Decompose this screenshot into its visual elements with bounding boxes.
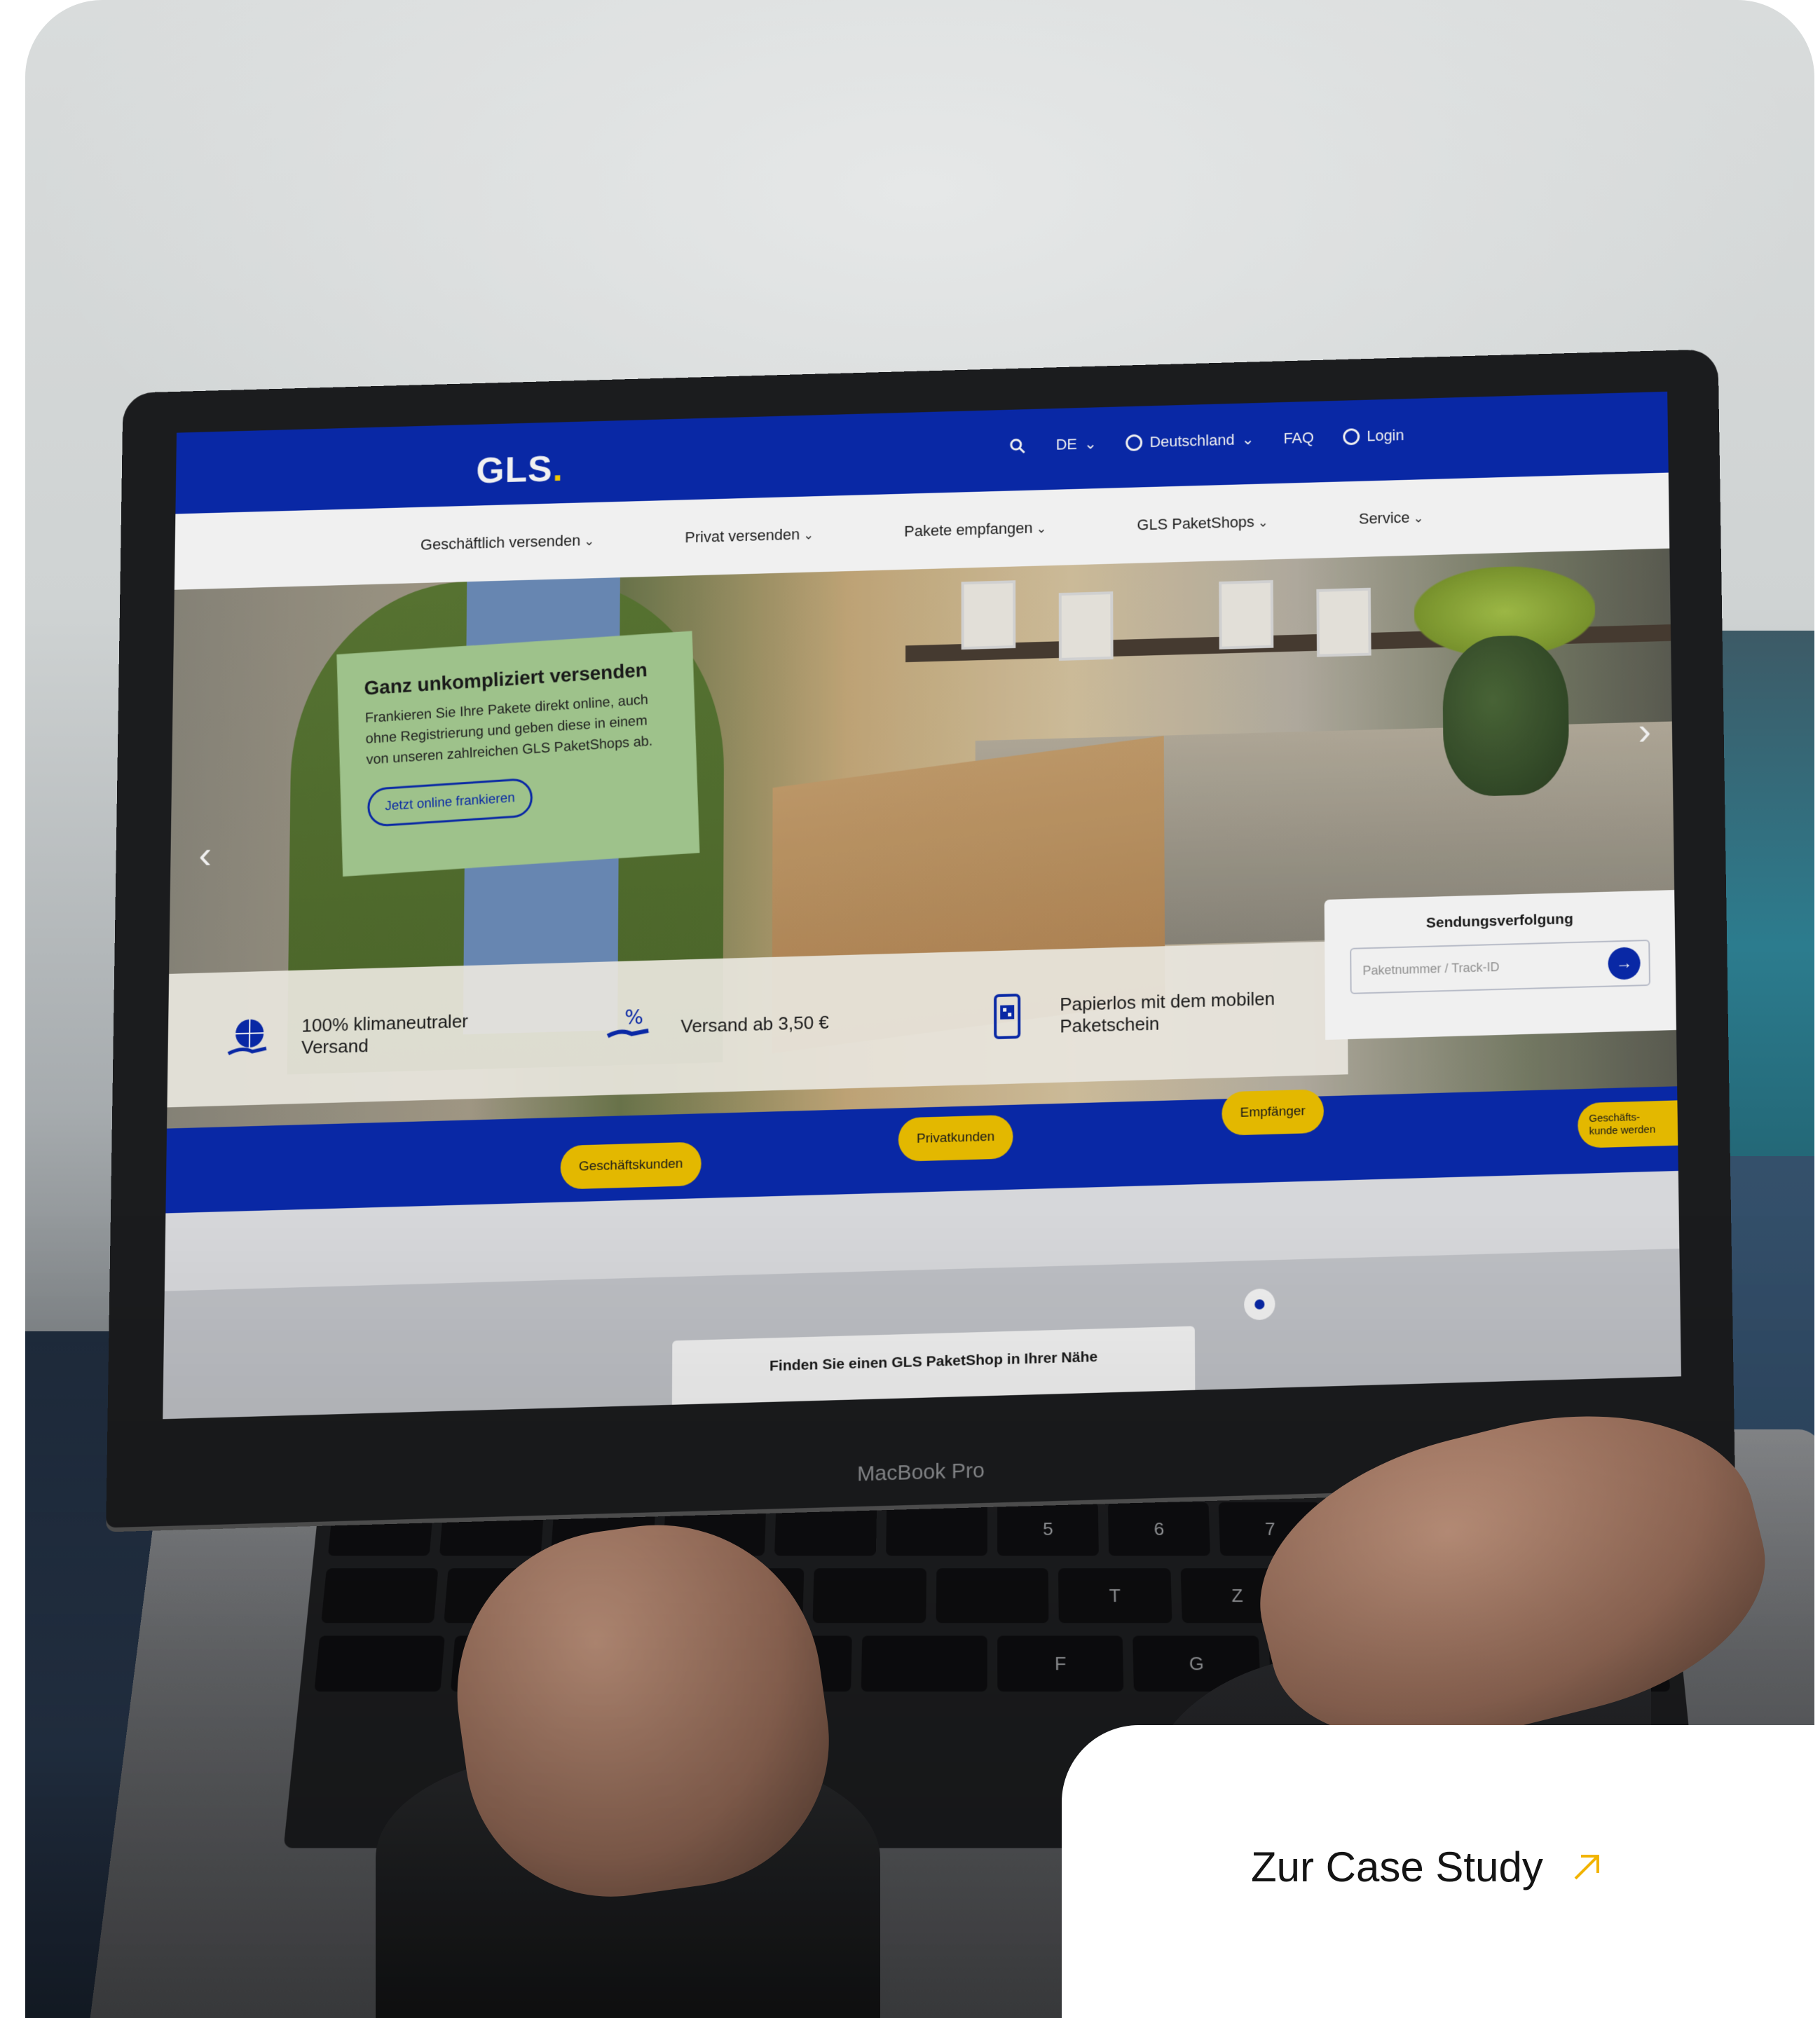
country-select[interactable]: Deutschland ⌄ xyxy=(1126,430,1254,452)
key xyxy=(314,1635,445,1691)
key xyxy=(813,1568,926,1623)
key-5: 5 xyxy=(997,1502,1099,1556)
language-label: DE xyxy=(1056,435,1077,453)
nav-receive-parcels[interactable]: Pakete empfangen xyxy=(904,519,1046,540)
logo-dot: . xyxy=(552,449,563,489)
business-customers-button[interactable]: Geschäftskunden xyxy=(561,1141,702,1189)
photo-frame xyxy=(962,580,1016,650)
tracking-title: Sendungsverfolgung xyxy=(1350,909,1650,934)
arrow-up-right-icon xyxy=(1571,1852,1602,1883)
photo-frame xyxy=(1059,591,1114,661)
shop-finder-card[interactable]: Finden Sie einen GLS PaketShop in Ihrer … xyxy=(672,1326,1196,1420)
case-study-label: Zur Case Study xyxy=(1251,1843,1543,1891)
key xyxy=(321,1568,439,1623)
login-label: Login xyxy=(1367,426,1404,445)
tracking-submit-button[interactable]: → xyxy=(1608,947,1641,980)
carousel-prev-icon[interactable]: ‹ xyxy=(198,832,212,877)
key-t: T xyxy=(1058,1568,1172,1623)
become-business-customer-button[interactable]: Geschäfts- kunde werden xyxy=(1578,1100,1678,1148)
chevron-down-icon: ⌄ xyxy=(1241,430,1254,448)
key xyxy=(936,1568,1048,1623)
case-study-link[interactable]: Zur Case Study xyxy=(1251,1843,1602,1891)
key-6: 6 xyxy=(1108,1502,1210,1556)
shop-finder-section: Finden Sie einen GLS PaketShop in Ihrer … xyxy=(163,1171,1681,1419)
promo-button[interactable]: Jetzt online frankieren xyxy=(367,778,533,828)
chevron-down-icon: ⌄ xyxy=(1084,435,1097,453)
key xyxy=(886,1502,987,1556)
receiver-button[interactable]: Empfänger xyxy=(1222,1089,1324,1135)
user-icon xyxy=(1343,428,1360,445)
tracking-placeholder: Paketnummer / Track-ID xyxy=(1362,959,1499,977)
tracking-widget: Sendungsverfolgung Paketnummer / Track-I… xyxy=(1325,890,1676,1040)
arrow-right-icon: → xyxy=(1615,954,1632,974)
login-link[interactable]: Login xyxy=(1343,426,1404,446)
globe-icon xyxy=(1126,434,1143,451)
key-f: F xyxy=(997,1635,1123,1691)
tracking-input[interactable]: Paketnummer / Track-ID → xyxy=(1350,940,1650,994)
feature-price-text: Versand ab 3,50 € xyxy=(680,1011,829,1037)
photo-frame xyxy=(1219,580,1273,650)
vase xyxy=(1442,634,1570,797)
nav-paketshops[interactable]: GLS PaketShops xyxy=(1137,513,1268,535)
country-label: Deutschland xyxy=(1149,431,1234,451)
laptop-lid: GLS. DE ⌄ Deutschland ⌄ FAQ Login Geschäft… xyxy=(106,349,1735,1528)
feature-price: % Versand ab 3,50 € xyxy=(603,996,898,1053)
laptop-screen: GLS. DE ⌄ Deutschland ⌄ FAQ Login Geschäft… xyxy=(163,392,1681,1419)
carousel-next-icon[interactable]: › xyxy=(1638,708,1651,754)
feature-climate-text: 100% klimaneutraler Versand xyxy=(301,1009,519,1059)
percent-hand-icon: % xyxy=(603,1003,653,1053)
faq-link[interactable]: FAQ xyxy=(1283,429,1314,448)
search-button[interactable] xyxy=(1008,437,1027,455)
svg-text:%: % xyxy=(624,1005,643,1029)
key xyxy=(861,1635,987,1691)
promo-body: Frankieren Sie Ihre Pakete direkt online… xyxy=(364,688,669,771)
promo-card: Ganz unkompliziert versenden Frankieren … xyxy=(336,631,699,877)
feature-paperless-text: Papierlos mit dem mobilen Paketschein xyxy=(1060,988,1278,1038)
photo-frame xyxy=(1316,588,1371,657)
search-icon xyxy=(1008,437,1027,455)
hero-photo-card: 5 6 7 8 9 T Z U xyxy=(25,0,1814,2018)
private-customers-button[interactable]: Privatkunden xyxy=(898,1115,1013,1162)
globe-hand-icon xyxy=(224,1013,274,1064)
nav-business-shipping[interactable]: Geschäftlich versenden xyxy=(420,531,594,554)
nav-private-shipping[interactable]: Privat versenden xyxy=(685,526,814,547)
nav-service[interactable]: Service xyxy=(1359,508,1424,528)
top-navigation: DE ⌄ Deutschland ⌄ FAQ Login xyxy=(1008,426,1404,455)
gls-logo[interactable]: GLS. xyxy=(476,448,563,492)
logo-text: GLS xyxy=(476,449,552,491)
language-select[interactable]: DE ⌄ xyxy=(1056,435,1097,454)
feature-climate: 100% klimaneutraler Versand xyxy=(224,1006,520,1064)
feature-paperless: Papierlos mit dem mobilen Paketschein xyxy=(983,985,1278,1043)
key xyxy=(774,1502,877,1556)
qr-phone-icon xyxy=(983,992,1032,1043)
